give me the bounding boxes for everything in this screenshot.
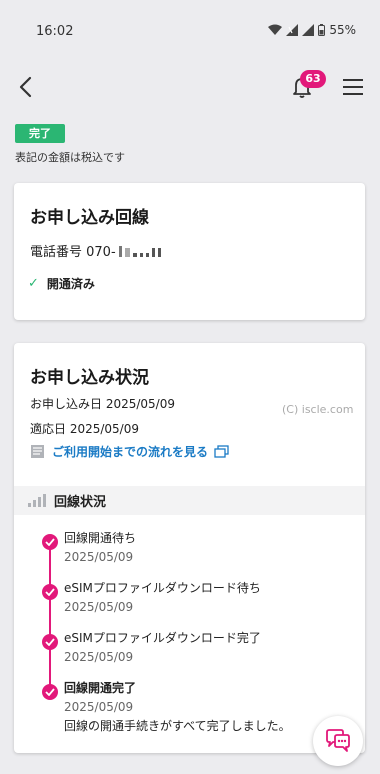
timeline-date: 2025/05/09	[64, 650, 134, 664]
signal-icon	[286, 24, 299, 36]
battery-icon	[318, 24, 326, 36]
timeline-date: 2025/05/09	[64, 700, 134, 714]
timeline-check-icon	[42, 634, 58, 650]
document-icon	[31, 445, 44, 458]
application-card-title: お申し込み状況	[30, 368, 149, 388]
status-badge: 完了	[15, 124, 65, 143]
chat-support-button[interactable]	[313, 716, 363, 766]
timeline-label: 回線開通完了	[64, 681, 137, 695]
chat-support-icon	[326, 729, 350, 752]
wifi-icon	[268, 24, 283, 35]
timeline-message: 回線の開通手続きがすべて完了しました。	[64, 719, 291, 733]
phone-number-row: 電話番号 070-	[30, 241, 161, 260]
flow-guide-label: ご利用開始までの流れを見る	[52, 445, 209, 459]
timeline-line	[49, 537, 51, 687]
line-card-title: お申し込み回線	[30, 208, 149, 228]
timeline-label: eSIMプロファイルダウンロード待ち	[64, 581, 261, 595]
timeline-label: 回線開通待ち	[64, 531, 137, 545]
back-arrow-icon	[19, 76, 32, 98]
timeline-check-icon	[42, 684, 58, 700]
battery-percent: 55%	[329, 23, 356, 37]
status-bar: 16:02 55%	[0, 0, 380, 62]
menu-button[interactable]	[341, 76, 365, 98]
activation-status-row: ✓ 開通済み	[28, 275, 95, 292]
application-status-card: お申し込み状況 お申し込み日 2025/05/09 (C) iscle.com …	[14, 343, 365, 753]
flow-guide-link[interactable]: ご利用開始までの流れを見る	[30, 443, 229, 460]
timeline-date: 2025/05/09	[64, 550, 134, 564]
watermark: (C) iscle.com	[282, 403, 354, 416]
phone-number-label: 電話番号 070-	[30, 245, 116, 260]
back-button[interactable]	[14, 72, 42, 102]
timeline-check-icon	[42, 584, 58, 600]
masked-phone-digits	[118, 245, 161, 257]
top-app-bar: 63	[0, 62, 380, 112]
timeline-check-icon	[42, 534, 58, 550]
status-time: 16:02	[36, 24, 74, 39]
timeline-label: eSIMプロファイルダウンロード完了	[64, 631, 261, 645]
line-card: お申し込み回線 電話番号 070- ✓ 開通済み	[14, 183, 365, 320]
application-date: お申し込み日 2025/05/09	[30, 397, 175, 411]
status-icons: 55%	[268, 23, 356, 37]
external-window-icon	[214, 445, 229, 458]
tax-note: 表記の金額は税込です	[15, 151, 125, 164]
line-status-header: 回線状況	[14, 486, 365, 515]
signal-icon-2	[302, 24, 315, 36]
line-status-title: 回線状況	[54, 495, 107, 510]
timeline-date: 2025/05/09	[64, 600, 134, 614]
signal-bars-icon	[28, 494, 46, 507]
status-timeline: 回線開通待ち 2025/05/09 eSIMプロファイルダウンロード待ち 202…	[14, 523, 365, 748]
notification-badge: 63	[300, 70, 326, 88]
effective-date: 適応日 2025/05/09	[30, 422, 139, 436]
check-icon: ✓	[28, 276, 39, 291]
activation-status-label: 開通済み	[46, 277, 95, 291]
hamburger-menu-icon	[343, 79, 363, 95]
